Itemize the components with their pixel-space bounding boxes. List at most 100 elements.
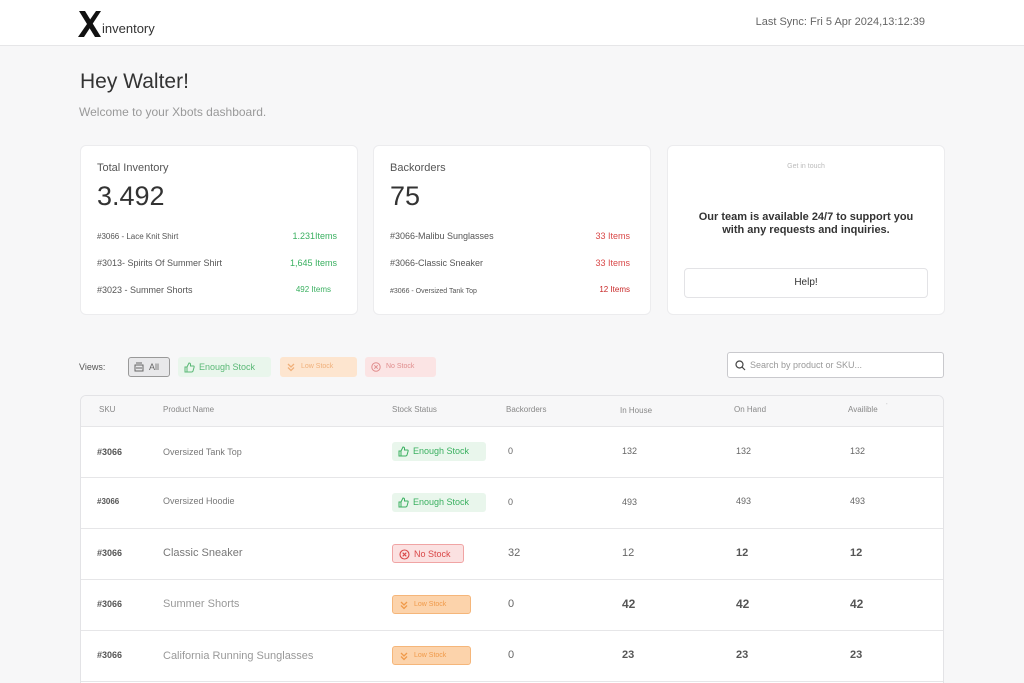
view-enough-stock-chip[interactable]: Enough Stock (178, 357, 271, 377)
item-name: #3023 - Summer Shorts (97, 285, 193, 295)
welcome-subtitle: Welcome to your Xbots dashboard. (79, 105, 267, 119)
chevrons-down-icon (400, 601, 408, 610)
x-circle-icon (399, 549, 410, 560)
inventory-item: #3013- Spirits Of Summer Shirt 1,645 Ite… (97, 258, 337, 268)
column-header-product-name[interactable]: Product Name (163, 405, 214, 414)
total-inventory-card: Total Inventory 3.492 #3066 - Lace Knit … (80, 145, 358, 315)
views-label: Views: (79, 362, 106, 372)
in-house-cell: 132 (622, 446, 638, 456)
item-qty: 1,645 Items (289, 258, 337, 268)
support-card: Get in touch Our team is available 24/7 … (667, 145, 945, 315)
status-badge: Enough Stock (392, 442, 486, 461)
column-header-stock-status[interactable]: Stock Status (392, 405, 437, 414)
status-label: Enough Stock (413, 497, 470, 507)
available-cell: 42 (850, 597, 864, 611)
status-label: Enough Stock (413, 446, 470, 456)
status-badge: No Stock (392, 544, 464, 563)
card-title: Total Inventory (97, 162, 169, 174)
chip-label: All (149, 362, 160, 372)
item-qty: 33 Items (595, 258, 630, 268)
status-label: Low Stock (414, 601, 447, 608)
backorders-cell: 0 (508, 649, 515, 661)
in-house-cell: 12 (622, 547, 635, 559)
page-title: Hey Walter! (80, 70, 189, 93)
thumbs-up-icon (398, 446, 409, 457)
item-qty: 33 Items (595, 231, 630, 241)
backorders-cell: 0 (508, 598, 515, 610)
item-name: #3066 - Lace Knit Shirt (97, 232, 179, 241)
product-name-cell: Oversized Hoodie (163, 496, 235, 506)
in-house-cell: 23 (622, 649, 635, 661)
item-qty: 1.231Items (292, 231, 337, 241)
backorders-cell: 0 (508, 446, 514, 456)
backorder-item: #3066-Malibu Sunglasses 33 Items (390, 231, 630, 241)
on-hand-cell: 493 (736, 496, 752, 506)
chip-label: Low Stock (301, 363, 334, 370)
view-all-chip[interactable]: All (128, 357, 170, 377)
available-cell: 12 (850, 547, 863, 559)
view-low-stock-chip[interactable]: Low Stock (280, 357, 357, 377)
backorders-card: Backorders 75 #3066-Malibu Sunglasses 33… (373, 145, 651, 315)
column-header-sku[interactable]: SKU (99, 405, 115, 414)
top-bar: inventory Last Sync: Fri 5 Apr 2024,13:1… (0, 0, 1024, 46)
backorders-value: 75 (390, 181, 421, 211)
x-circle-icon (371, 362, 381, 372)
column-header-on-hand[interactable]: On Hand (734, 405, 766, 414)
sku-cell: #3066 (97, 447, 123, 457)
sku-cell: #3066 (97, 599, 123, 609)
on-hand-cell: 12 (736, 547, 749, 559)
backorder-item: #3066-Classic Sneaker 33 Items (390, 258, 630, 268)
search-box[interactable] (727, 352, 944, 378)
status-badge: Low Stock (392, 595, 471, 614)
support-text: Our team is available 24/7 to support yo… (698, 211, 914, 236)
chip-label: Enough Stock (199, 362, 256, 372)
last-sync-text: Last Sync: Fri 5 Apr 2024,13:12:39 (755, 16, 925, 28)
backorders-cell: 0 (508, 497, 514, 507)
table-row[interactable]: #3066 Oversized Hoodie Enough Stock 0 49… (81, 478, 943, 529)
available-cell: 493 (850, 496, 866, 506)
column-header-available[interactable]: Availible (848, 405, 878, 414)
item-name: #3066-Malibu Sunglasses (390, 231, 494, 241)
in-house-cell: 493 (622, 497, 638, 507)
sku-cell: #3066 (97, 548, 123, 558)
x-logo-icon[interactable] (77, 10, 103, 38)
product-name-cell: California Running Sunglasses (163, 650, 314, 662)
view-no-stock-chip[interactable]: No Stock (365, 357, 436, 377)
on-hand-cell: 42 (736, 597, 750, 611)
search-input[interactable] (750, 357, 935, 373)
table-row[interactable]: #3066 Classic Sneaker No Stock 32 12 12 … (81, 529, 943, 580)
product-name-cell: Summer Shorts (163, 598, 240, 610)
table-row[interactable]: #3066 Oversized Tank Top Enough Stock 0 … (81, 427, 943, 478)
search-icon (735, 360, 746, 371)
on-hand-cell: 132 (736, 446, 752, 456)
in-house-cell: 42 (622, 597, 636, 611)
support-small-title: Get in touch (787, 163, 825, 170)
table-row[interactable]: #3066 Summer Shorts Low Stock 0 42 42 42 (81, 580, 943, 631)
on-hand-cell: 23 (736, 649, 749, 661)
chevrons-down-icon (287, 363, 295, 372)
status-badge: Enough Stock (392, 493, 486, 512)
item-qty: 492 Items (295, 285, 331, 294)
available-cell: 23 (850, 649, 863, 661)
item-qty: 12 Items (599, 285, 630, 294)
status-badge: Low Stock (392, 646, 471, 665)
item-name: #3066-Classic Sneaker (390, 258, 484, 268)
sort-icon[interactable]: ˙ (886, 404, 888, 411)
item-name: #3013- Spirits Of Summer Shirt (97, 258, 223, 268)
product-name-cell: Classic Sneaker (163, 547, 243, 559)
table-header: SKU Product Name Stock Status Backorders… (81, 396, 943, 427)
sku-cell: #3066 (97, 497, 120, 506)
column-header-in-house[interactable]: In House (620, 406, 652, 415)
product-name-cell: Oversized Tank Top (163, 447, 242, 457)
card-title: Backorders (390, 162, 446, 174)
backorder-item: #3066 - Oversized Tank Top 12 Items (390, 285, 630, 295)
thumbs-up-icon (184, 362, 195, 373)
status-label: No Stock (414, 549, 451, 559)
inventory-table: SKU Product Name Stock Status Backorders… (80, 395, 944, 683)
item-name: #3066 - Oversized Tank Top (390, 288, 477, 295)
column-header-backorders[interactable]: Backorders (506, 405, 546, 414)
help-button[interactable]: Help! (684, 268, 928, 298)
backorders-cell: 32 (508, 547, 521, 559)
table-row[interactable]: #3066 California Running Sunglasses Low … (81, 631, 943, 682)
sku-cell: #3066 (97, 650, 123, 660)
